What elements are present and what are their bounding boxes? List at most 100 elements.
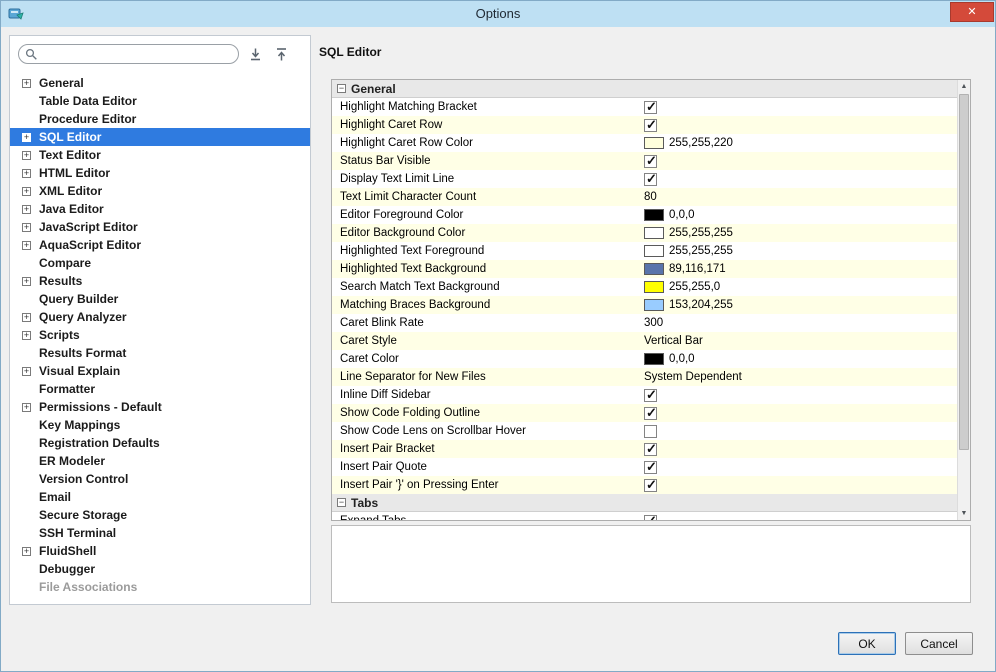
expander-plus-icon[interactable]: + [22, 312, 39, 322]
close-button[interactable]: ✕ [950, 2, 994, 22]
color-value[interactable]: 153,204,255 [669, 299, 733, 311]
expander-plus-icon[interactable]: + [22, 366, 31, 376]
sidebar-item-visual-explain[interactable]: + Visual Explain [10, 362, 310, 380]
vertical-scrollbar[interactable]: ▲ ▼ [957, 80, 970, 520]
color-swatch[interactable] [644, 263, 664, 275]
sidebar-item-html-editor[interactable]: + HTML Editor [10, 164, 310, 182]
expander-plus-icon[interactable]: + [22, 168, 39, 178]
checkbox[interactable]: ✓ [644, 117, 657, 132]
expander-plus-icon[interactable]: + [22, 150, 31, 160]
sidebar-item-version-control[interactable]: Version Control [10, 470, 310, 488]
expand-all-icon[interactable] [245, 45, 265, 63]
sidebar-item-secure-storage[interactable]: Secure Storage [10, 506, 310, 524]
checkbox[interactable]: ✓ [644, 171, 657, 186]
sidebar-item-compare[interactable]: Compare [10, 254, 310, 272]
sidebar-item-debugger[interactable]: Debugger [10, 560, 310, 578]
group-header-general[interactable]: − General [332, 80, 957, 98]
sidebar-item-query-builder[interactable]: Query Builder [10, 290, 310, 308]
expander-plus-icon[interactable]: + [22, 366, 39, 376]
expander-plus-icon[interactable]: + [22, 132, 31, 142]
scroll-up-icon[interactable]: ▲ [958, 80, 970, 93]
color-value[interactable]: 255,255,0 [669, 281, 720, 293]
sidebar-item-xml-editor[interactable]: + XML Editor [10, 182, 310, 200]
expander-plus-icon[interactable]: + [22, 312, 31, 322]
expander-plus-icon[interactable]: + [22, 204, 39, 214]
color-swatch[interactable] [644, 209, 664, 221]
color-value[interactable]: 0,0,0 [669, 353, 695, 365]
checkbox[interactable]: ✓ [644, 153, 657, 168]
color-swatch[interactable] [644, 281, 664, 293]
sidebar-item-text-editor[interactable]: + Text Editor [10, 146, 310, 164]
sidebar-item-scripts[interactable]: + Scripts [10, 326, 310, 344]
expander-plus-icon[interactable]: + [22, 276, 39, 286]
sidebar-item-file-associations[interactable]: File Associations [10, 578, 310, 596]
expander-plus-icon[interactable]: + [22, 186, 31, 196]
sidebar-item-sql-editor[interactable]: + SQL Editor [10, 128, 310, 146]
color-swatch[interactable] [644, 245, 664, 257]
expander-plus-icon[interactable]: + [22, 240, 31, 250]
sidebar-item-email[interactable]: Email [10, 488, 310, 506]
sidebar-item-fluidshell[interactable]: + FluidShell [10, 542, 310, 560]
expander-plus-icon[interactable]: + [22, 222, 39, 232]
setting-text-value[interactable]: 80 [644, 191, 657, 203]
expander-plus-icon[interactable]: + [22, 78, 31, 88]
color-value[interactable]: 89,116,171 [669, 263, 726, 275]
collapse-group-icon[interactable]: − [337, 84, 346, 93]
ok-button[interactable]: OK [838, 632, 896, 655]
sidebar-item-procedure-editor[interactable]: Procedure Editor [10, 110, 310, 128]
color-swatch[interactable] [644, 137, 664, 149]
setting-text-value[interactable]: 300 [644, 317, 663, 329]
cancel-button[interactable]: Cancel [905, 632, 973, 655]
sidebar-item-formatter[interactable]: Formatter [10, 380, 310, 398]
sidebar-item-key-mappings[interactable]: Key Mappings [10, 416, 310, 434]
color-value[interactable]: 0,0,0 [669, 209, 695, 221]
expander-plus-icon[interactable]: + [22, 78, 39, 88]
expander-plus-icon[interactable]: + [22, 330, 31, 340]
collapse-group-icon[interactable]: − [337, 498, 346, 507]
color-swatch[interactable] [644, 353, 664, 365]
checkbox[interactable]: ✓ [644, 441, 657, 456]
expander-plus-icon[interactable]: + [22, 402, 39, 412]
checkbox[interactable]: ✓ [644, 99, 657, 114]
sidebar-item-er-modeler[interactable]: ER Modeler [10, 452, 310, 470]
expander-plus-icon[interactable]: + [22, 276, 31, 286]
expander-plus-icon[interactable]: + [22, 132, 39, 142]
setting-text-value[interactable]: Vertical Bar [644, 335, 703, 347]
sidebar-item-javascript-editor[interactable]: + JavaScript Editor [10, 218, 310, 236]
expander-plus-icon[interactable]: + [22, 330, 39, 340]
sidebar-item-java-editor[interactable]: + Java Editor [10, 200, 310, 218]
color-value[interactable]: 255,255,255 [669, 245, 733, 257]
collapse-all-icon[interactable] [271, 45, 291, 63]
color-swatch[interactable] [644, 227, 664, 239]
expander-plus-icon[interactable]: + [22, 222, 31, 232]
checkbox[interactable]: ✓ [644, 513, 657, 520]
checkbox[interactable]: ✓ [644, 387, 657, 402]
expander-plus-icon[interactable]: + [22, 204, 31, 214]
expander-plus-icon[interactable]: + [22, 168, 31, 178]
checkbox[interactable]: ✓ [644, 459, 657, 474]
checkbox[interactable]: ✓ [644, 477, 657, 492]
scrollbar-thumb[interactable] [959, 94, 969, 450]
setting-text-value[interactable]: System Dependent [644, 371, 742, 383]
sidebar-item-registration-defaults[interactable]: Registration Defaults [10, 434, 310, 452]
search-input[interactable] [41, 46, 228, 62]
sidebar-item-permissions-default[interactable]: + Permissions - Default [10, 398, 310, 416]
sidebar-item-aquascript-editor[interactable]: + AquaScript Editor [10, 236, 310, 254]
expander-plus-icon[interactable]: + [22, 150, 39, 160]
sidebar-item-results-format[interactable]: Results Format [10, 344, 310, 362]
color-value[interactable]: 255,255,220 [669, 137, 733, 149]
expander-plus-icon[interactable]: + [22, 186, 39, 196]
checkbox[interactable]: ✓ [644, 405, 657, 420]
sidebar-item-general[interactable]: + General [10, 74, 310, 92]
expander-plus-icon[interactable]: + [22, 546, 31, 556]
expander-plus-icon[interactable]: + [22, 240, 39, 250]
sidebar-item-table-data-editor[interactable]: Table Data Editor [10, 92, 310, 110]
group-header-tabs[interactable]: − Tabs [332, 494, 957, 512]
checkbox[interactable] [644, 424, 657, 438]
expander-plus-icon[interactable]: + [22, 546, 39, 556]
sidebar-item-results[interactable]: + Results [10, 272, 310, 290]
expander-plus-icon[interactable]: + [22, 402, 31, 412]
sidebar-item-query-analyzer[interactable]: + Query Analyzer [10, 308, 310, 326]
color-value[interactable]: 255,255,255 [669, 227, 733, 239]
color-swatch[interactable] [644, 299, 664, 311]
